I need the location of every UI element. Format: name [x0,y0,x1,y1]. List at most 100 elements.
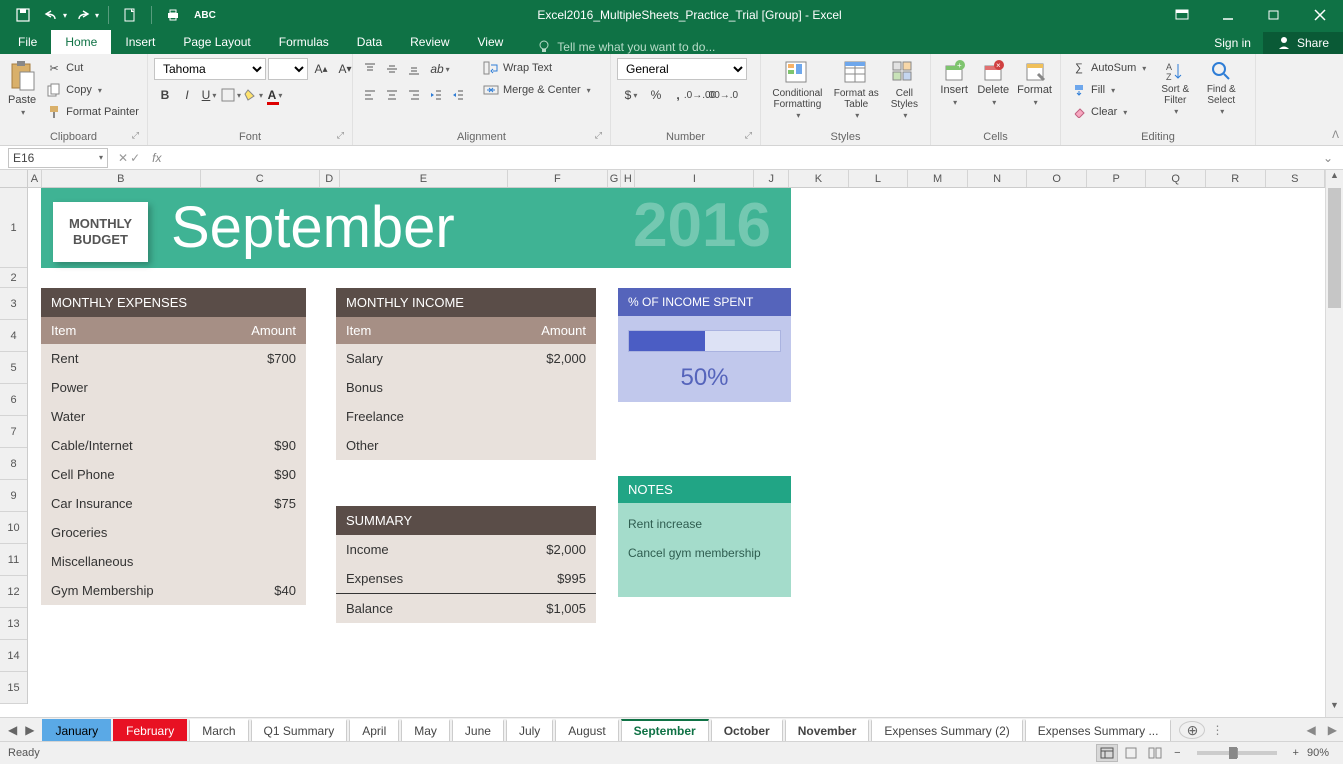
scroll-down-button[interactable]: ▼ [1326,700,1343,717]
income-row[interactable]: Freelance [336,402,596,431]
zoom-level[interactable]: 90% [1307,747,1335,759]
row-header-4[interactable]: 4 [0,320,27,352]
row-header-8[interactable]: 8 [0,448,27,480]
tab-review[interactable]: Review [396,30,463,54]
row-header-2[interactable]: 2 [0,268,27,288]
align-middle-button[interactable] [381,58,403,80]
row-header-15[interactable]: 15 [0,672,27,704]
sheet-tab-october[interactable]: October [711,719,783,741]
align-right-button[interactable] [403,84,425,106]
row-header-5[interactable]: 5 [0,352,27,384]
expand-formula-bar-button[interactable]: ⌄ [1313,151,1343,165]
cut-button[interactable]: ✂Cut [42,58,143,78]
format-painter-button[interactable]: Format Painter [42,102,143,122]
expense-row[interactable]: Rent$700 [41,344,306,373]
expense-row[interactable]: Car Insurance$75 [41,489,306,518]
sheet-tab-july[interactable]: July [506,719,553,741]
fill-color-button[interactable]: ▾ [242,84,264,106]
sheet-tab-expenses-summary-2-[interactable]: Expenses Summary (2) [871,719,1022,741]
summary-row[interactable]: Balance$1,005 [336,593,596,623]
horizontal-scrollbar[interactable] [1237,723,1292,737]
expense-row[interactable]: Cable/Internet$90 [41,431,306,460]
cell-styles-button[interactable]: Cell Styles▾ [885,58,924,123]
row-header-1[interactable]: 1 [0,188,27,268]
col-header-L[interactable]: L [849,170,909,187]
summary-row[interactable]: Income$2,000 [336,535,596,564]
merge-center-button[interactable]: Merge & Center▾ [479,80,595,100]
col-header-I[interactable]: I [635,170,754,187]
format-cells-button[interactable]: Format▾ [1015,58,1054,109]
zoom-in-button[interactable]: + [1285,747,1307,759]
col-header-B[interactable]: B [42,170,201,187]
quickprint-button[interactable] [158,1,188,29]
col-header-H[interactable]: H [621,170,635,187]
sheet-tab-february[interactable]: February [113,719,187,741]
row-header-14[interactable]: 14 [0,640,27,672]
vertical-scrollbar[interactable]: ▲ ▼ [1325,170,1343,717]
scroll-thumb[interactable] [1328,188,1341,308]
cancel-formula-button[interactable]: ✕ [118,151,128,165]
sheet-nav-next[interactable]: ▶ [25,723,34,737]
spelling-button[interactable]: ABC [190,1,220,29]
sheet-tab-q1-summary[interactable]: Q1 Summary [251,719,348,741]
col-header-M[interactable]: M [908,170,968,187]
find-select-button[interactable]: Find & Select▾ [1200,58,1242,119]
conditional-formatting-button[interactable]: Conditional Formatting▾ [767,58,828,123]
alignment-launcher[interactable]: ⤢ [595,130,602,141]
row-header-11[interactable]: 11 [0,544,27,576]
collapse-ribbon-button[interactable]: ᐱ [1332,130,1339,141]
normal-view-button[interactable] [1096,744,1118,762]
minimize-button[interactable] [1205,0,1251,30]
signin-link[interactable]: Sign in [1202,32,1263,54]
copy-button[interactable]: Copy▾ [42,80,143,100]
col-header-C[interactable]: C [201,170,320,187]
border-button[interactable]: ▾ [220,84,242,106]
col-header-A[interactable]: A [28,170,42,187]
enter-formula-button[interactable]: ✓ [130,151,140,165]
number-format-select[interactable]: General [617,58,747,80]
number-launcher[interactable]: ⤢ [745,130,752,141]
ribbon-options-button[interactable] [1159,0,1205,30]
sheet-tab-august[interactable]: August [555,719,618,741]
save-button[interactable] [8,1,38,29]
accounting-format-button[interactable]: $▾ [617,84,645,106]
orientation-button[interactable]: ab▾ [425,58,455,80]
tab-formulas[interactable]: Formulas [265,30,343,54]
col-header-N[interactable]: N [968,170,1028,187]
tell-me-search[interactable]: Tell me what you want to do... [537,40,715,54]
col-header-O[interactable]: O [1027,170,1087,187]
sheet-tab-june[interactable]: June [452,719,504,741]
col-header-R[interactable]: R [1206,170,1266,187]
income-row[interactable]: Salary$2,000 [336,344,596,373]
sheet-tab-expenses-summary-[interactable]: Expenses Summary ... [1025,719,1172,741]
sheet-tab-may[interactable]: May [401,719,450,741]
increase-indent-button[interactable] [447,84,469,106]
expense-row[interactable]: Groceries [41,518,306,547]
name-box[interactable]: E16▾ [8,148,108,168]
tab-file[interactable]: File [4,30,51,54]
col-header-S[interactable]: S [1266,170,1326,187]
income-row[interactable]: Other [336,431,596,460]
hscroll-right[interactable]: ▶ [1322,723,1343,737]
formula-input[interactable] [167,148,1312,168]
sheet-nav-prev[interactable]: ◀ [8,723,17,737]
col-header-F[interactable]: F [508,170,607,187]
expense-row[interactable]: Cell Phone$90 [41,460,306,489]
wrap-text-button[interactable]: Wrap Text [479,58,595,78]
row-header-12[interactable]: 12 [0,576,27,608]
decrease-decimal-button[interactable]: .00→.0 [711,84,733,106]
row-header-6[interactable]: 6 [0,384,27,416]
col-header-E[interactable]: E [340,170,509,187]
font-color-button[interactable]: A▾ [264,84,286,106]
summary-row[interactable]: Expenses$995 [336,564,596,593]
row-header-7[interactable]: 7 [0,416,27,448]
sheet-tab-november[interactable]: November [785,719,870,741]
font-name-select[interactable]: Tahoma [154,58,266,80]
maximize-button[interactable] [1251,0,1297,30]
sheet-tab-overflow[interactable]: ⋮ [1205,723,1229,737]
expense-row[interactable]: Gym Membership$40 [41,576,306,605]
font-launcher[interactable]: ⤢ [337,130,344,141]
row-header-9[interactable]: 9 [0,480,27,512]
zoom-slider[interactable] [1197,751,1277,755]
align-center-button[interactable] [381,84,403,106]
